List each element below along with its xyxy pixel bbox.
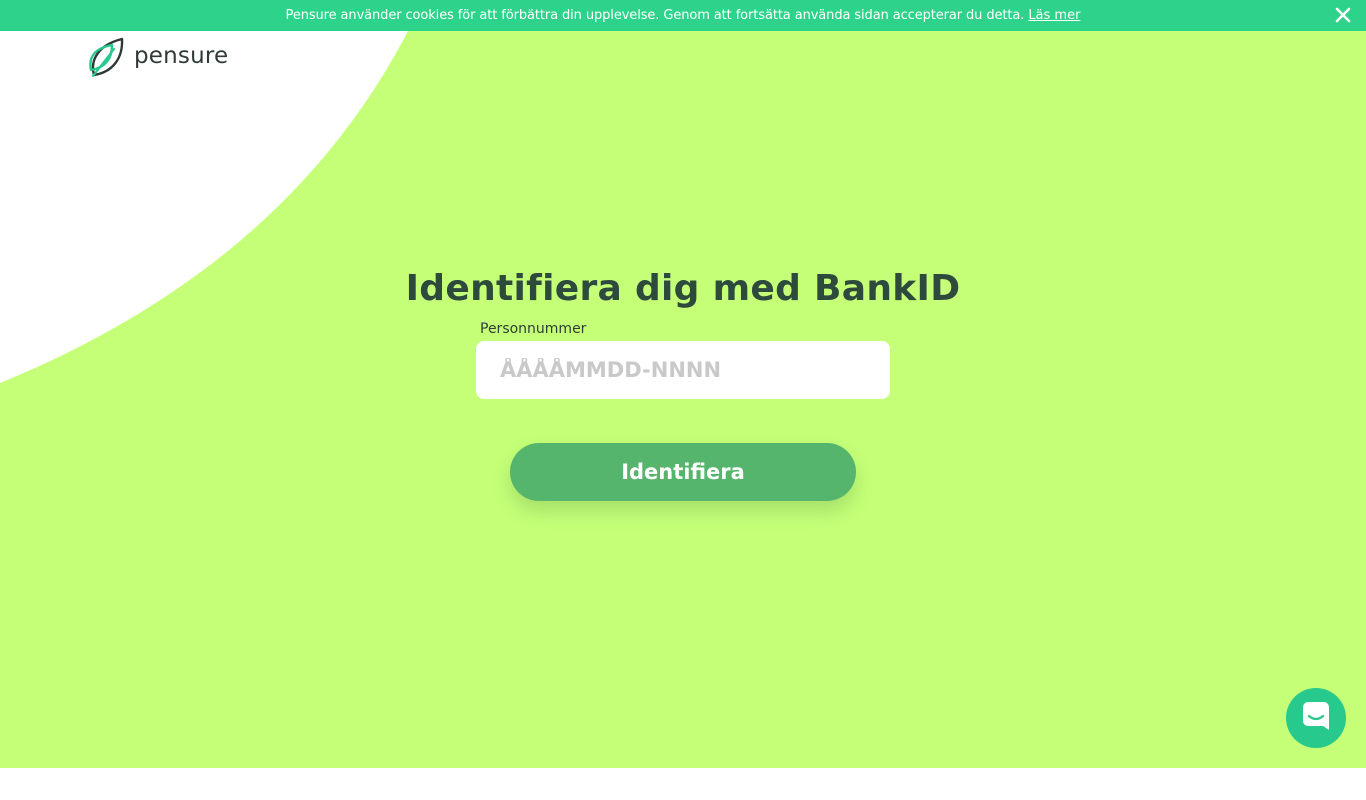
identify-button[interactable]: Identifiera	[510, 443, 856, 501]
personnummer-input[interactable]	[476, 341, 890, 399]
brand-logo[interactable]: pensure	[88, 36, 228, 82]
hero-section	[0, 31, 1366, 768]
leaf-icon	[88, 36, 126, 82]
close-icon[interactable]	[1334, 6, 1352, 24]
read-more-link[interactable]: Läs mer	[1028, 8, 1080, 23]
hero-curve-shape	[0, 31, 408, 383]
cookie-banner: Pensure använder cookies för att förbätt…	[0, 0, 1366, 31]
chat-icon	[1301, 700, 1331, 736]
footer-strip	[0, 768, 1366, 800]
personnummer-label: Personnummer	[480, 321, 587, 337]
brand-name: pensure	[134, 43, 229, 69]
page-title: Identifiera dig med BankID	[405, 268, 961, 309]
cookie-message: Pensure använder cookies för att förbätt…	[285, 8, 1025, 23]
chat-launcher-button[interactable]	[1286, 688, 1346, 748]
